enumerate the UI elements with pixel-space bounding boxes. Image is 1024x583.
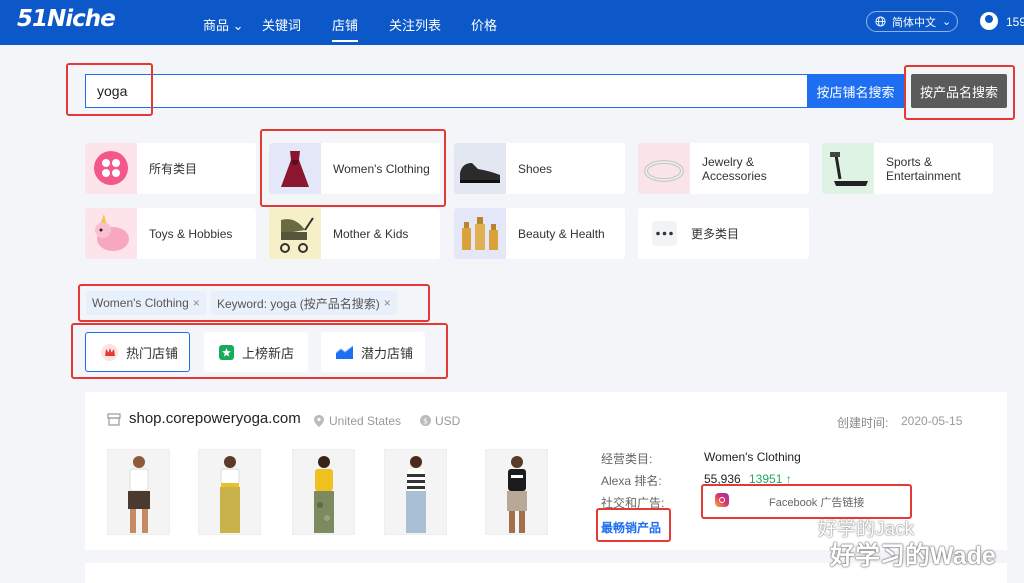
treadmill-icon	[822, 143, 874, 194]
product-thumbnail[interactable]	[384, 449, 447, 535]
chevron-down-icon: ⌄	[232, 18, 244, 33]
category-jewelry-accessories[interactable]: Jewelry & Accessories	[638, 143, 809, 194]
category-label: Beauty & Health	[518, 226, 605, 241]
language-selector[interactable]: 简体中文 ⌄	[866, 11, 958, 32]
search-input[interactable]: yoga	[85, 74, 808, 108]
nav-item-stores[interactable]: 店铺	[332, 15, 359, 42]
product-thumbnail[interactable]	[292, 449, 355, 535]
nav-item-pricing[interactable]: 价格	[471, 15, 497, 34]
all-categories-icon	[85, 143, 137, 194]
store-icon	[107, 413, 121, 426]
category-label: 更多类目	[691, 226, 740, 241]
alexa-label: Alexa 排名:	[601, 474, 662, 488]
category-label: 所有类目	[149, 161, 198, 176]
more-icon	[638, 208, 690, 259]
bracelet-icon	[638, 143, 690, 194]
highlight-box	[596, 508, 671, 542]
nav-item-products[interactable]: 商品 ⌄	[203, 15, 244, 34]
category-value: Women's Clothing	[704, 450, 801, 464]
user-avatar-icon[interactable]	[980, 12, 998, 30]
category-all[interactable]: 所有类目	[85, 143, 256, 194]
highlight-box	[904, 65, 1015, 120]
store-country: United States	[329, 414, 402, 428]
top-navigation-bar: 51Niche 商品 ⌄ 关键词 店铺 关注列表 价格 简体中文 ⌄ 159	[0, 0, 1024, 45]
category-more[interactable]: 更多类目	[638, 208, 809, 259]
location-pin-icon	[314, 415, 324, 427]
nav-item-keywords[interactable]: 关键词	[262, 15, 301, 34]
shoe-icon	[454, 143, 506, 194]
category-label: Jewelry & Accessories	[702, 154, 767, 183]
category-shoes[interactable]: Shoes	[454, 143, 625, 194]
category-label: 经营类目:	[601, 452, 653, 466]
currency-icon: $	[420, 415, 431, 426]
chevron-down-icon: ⌄	[942, 16, 952, 28]
created-date: 2020-05-15	[901, 414, 963, 428]
search-by-store-button[interactable]: 按店铺名搜索	[807, 74, 904, 108]
store-name-link[interactable]: shop.corepoweryoga.com	[129, 410, 301, 427]
logo[interactable]: 51Niche	[17, 6, 116, 32]
watermark-text: 好学习的Wade	[830, 542, 996, 570]
category-mother-kids[interactable]: Mother & Kids	[269, 208, 440, 259]
category-label: Shoes	[518, 161, 553, 176]
highlight-box	[71, 323, 448, 379]
highlight-box	[66, 63, 153, 116]
category-label: Sports & Entertainment	[886, 154, 961, 183]
language-label: 简体中文	[892, 16, 936, 29]
product-thumbnail[interactable]	[198, 449, 261, 535]
globe-icon	[875, 16, 886, 27]
cosmetics-bottles-icon	[454, 208, 506, 259]
stroller-icon	[269, 208, 321, 259]
category-toys-hobbies[interactable]: Toys & Hobbies	[85, 208, 256, 259]
product-thumbnail[interactable]	[485, 449, 548, 535]
category-label: Mother & Kids	[333, 226, 409, 241]
category-beauty-health[interactable]: Beauty & Health	[454, 208, 625, 259]
highlight-box	[78, 284, 430, 322]
user-phone[interactable]: 159	[1006, 15, 1024, 29]
product-thumbnail[interactable]	[107, 449, 170, 535]
nav-item-watchlist[interactable]: 关注列表	[389, 15, 441, 34]
created-label: 创建时间:	[837, 416, 889, 430]
toy-unicorn-icon	[85, 208, 137, 259]
category-label: Toys & Hobbies	[149, 226, 233, 241]
category-sports-entertainment[interactable]: Sports & Entertainment	[822, 143, 993, 194]
highlight-box	[260, 129, 446, 207]
store-currency: USD	[435, 414, 461, 428]
svg-text:$: $	[423, 416, 428, 425]
